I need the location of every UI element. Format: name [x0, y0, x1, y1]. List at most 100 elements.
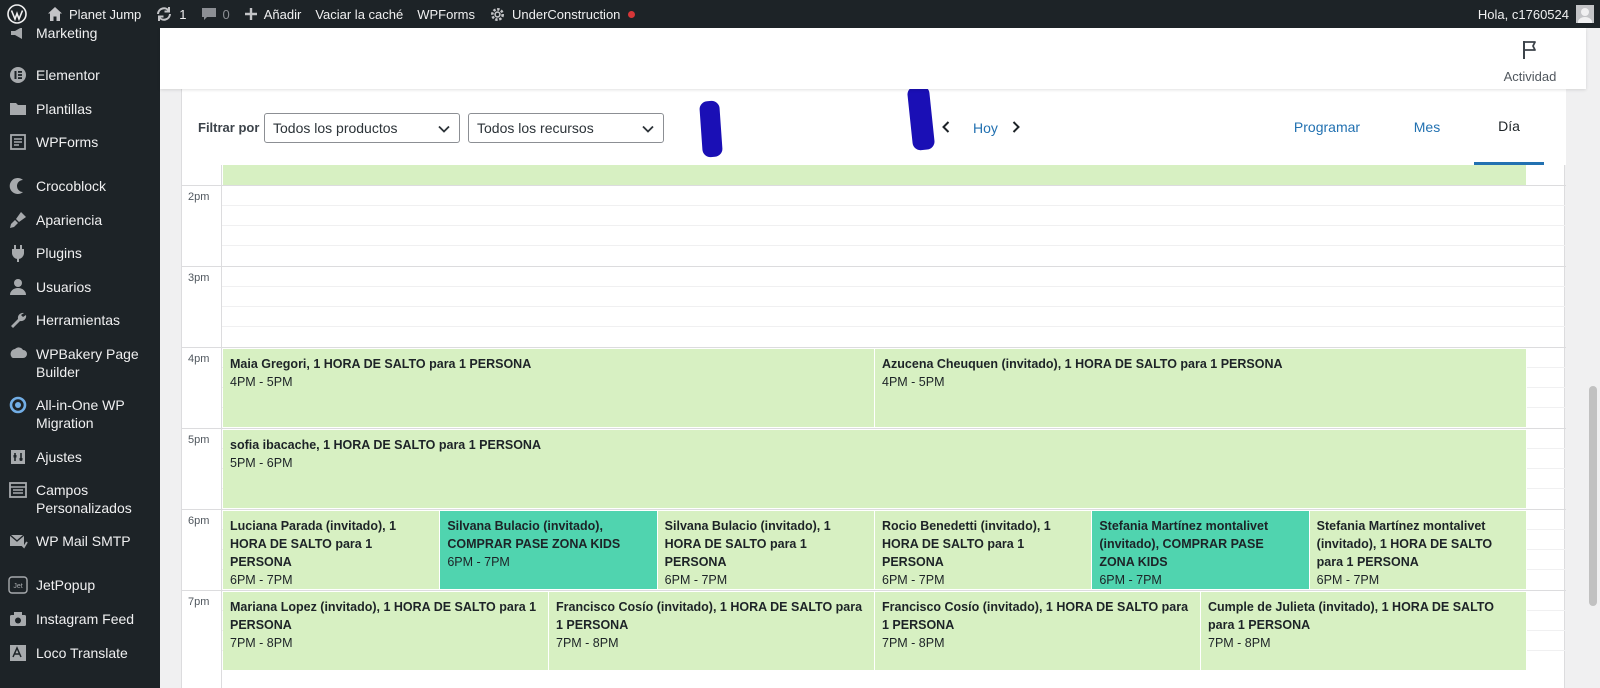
sidebar-item[interactable]: WPBakery Page Builder [0, 344, 160, 381]
sidebar-item-label: Campos Personalizados [36, 482, 132, 516]
sidebar-item[interactable]: Jet JetPopup [0, 575, 160, 595]
chevron-down-icon [642, 125, 654, 133]
sidebar-item-label: Herramientas [36, 312, 121, 328]
quarter-line [222, 306, 1566, 307]
elementor-icon [8, 65, 28, 85]
quarter-line [222, 205, 1566, 206]
quarter-line [222, 245, 1566, 246]
event-time: 7PM - 8PM [882, 636, 945, 650]
sidebar-item[interactable]: Crocoblock [0, 176, 160, 196]
page-scrollbar[interactable] [1586, 28, 1600, 688]
new-content-link[interactable]: Añadir [237, 0, 309, 28]
user-icon [8, 277, 28, 297]
tab-programar[interactable]: Programar [1277, 89, 1377, 165]
event-booking[interactable]: Francisco Cosío (invitado), 1 HORA DE SA… [549, 592, 875, 670]
migration-icon [8, 395, 28, 415]
today-link[interactable]: Hoy [973, 120, 998, 136]
comments-link[interactable]: 0 [194, 0, 237, 28]
hour-label: 4pm [188, 353, 210, 365]
sidebar-item[interactable]: Campos Personalizados [0, 480, 160, 517]
sidebar-item[interactable]: Usuarios [0, 277, 160, 297]
refresh-icon [157, 7, 172, 21]
scrollbar-thumb[interactable] [1589, 386, 1597, 606]
sidebar-item[interactable]: All-in-One WP Migration [0, 395, 160, 432]
greeting-text: Hola, c1760524 [1477, 6, 1569, 22]
event-booking[interactable]: Stefania Martínez montalivet (invitado),… [1309, 511, 1527, 589]
sidebar-item-label: Marketing [36, 28, 98, 41]
products-select-value: Todos los productos [273, 120, 398, 136]
sidebar-item-label: JetPopup [36, 577, 96, 593]
quarter-line [222, 286, 1566, 287]
sidebar-item[interactable]: Elementor [0, 65, 160, 85]
sidebar-item-label: Elementor [36, 67, 100, 83]
hour-line [182, 428, 1566, 429]
event-title: Cumple de Julieta (invitado), 1 HORA DE … [1208, 600, 1494, 632]
event-booking[interactable]: Luciana Parada (invitado), 1 HORA DE SAL… [223, 511, 441, 589]
wrench-icon [8, 310, 28, 330]
sidebar-item[interactable]: WPForms [0, 132, 160, 152]
chevron-down-icon [438, 125, 450, 133]
event-kids-pass[interactable]: Stefania Martínez montalivet (invitado),… [1092, 511, 1310, 589]
resources-select[interactable]: Todos los recursos [468, 113, 664, 143]
site-name-link[interactable]: Planet Jump [40, 0, 148, 28]
mail-icon [8, 531, 28, 551]
sidebar-item[interactable]: Ajustes [0, 447, 160, 467]
sidebar-item[interactable]: Instagram Feed [0, 609, 160, 629]
resources-select-value: Todos los recursos [477, 120, 594, 136]
previous-day-button[interactable] [938, 119, 954, 135]
tab-dia[interactable]: Día [1474, 89, 1544, 165]
sidebar-item[interactable]: Plantillas [0, 99, 160, 119]
activity-button[interactable]: Actividad [1502, 40, 1558, 84]
event-booking[interactable]: Silvana Bulacio (invitado), 1 HORA DE SA… [657, 511, 875, 589]
translate-icon [8, 643, 28, 663]
jetpopup-icon: Jet [8, 575, 28, 595]
sidebar-item[interactable]: Marketing [0, 28, 160, 43]
event-title: Francisco Cosío (invitado), 1 HORA DE SA… [882, 600, 1189, 632]
folder-icon [8, 99, 28, 119]
sidebar-item-label: All-in-One WP Migration [36, 397, 125, 431]
event-booking[interactable]: Mariana Lopez (invitado), 1 HORA DE SALT… [223, 592, 549, 670]
hour-label: 7pm [188, 596, 210, 608]
event-time: 6PM - 7PM [230, 573, 293, 587]
my-account-link[interactable]: Hola, c1760524 [1471, 0, 1600, 28]
sidebar-item-label: Instagram Feed [36, 611, 135, 627]
sidebar-item[interactable]: Apariencia [0, 210, 160, 230]
tab-mes[interactable]: Mes [1387, 89, 1467, 165]
event-booking[interactable]: Azucena Cheuquen (invitado), 1 HORA DE S… [875, 349, 1527, 427]
event-title: Stefania Martínez montalivet (invitado),… [1316, 519, 1493, 569]
event-title: Maia Gregori, 1 HORA DE SALTO para 1 PER… [230, 357, 532, 371]
event-booking[interactable]: Cumple de Julieta (invitado), 1 HORA DE … [1201, 592, 1527, 670]
wpforms-label: WPForms [417, 6, 476, 22]
new-content-label: Añadir [263, 6, 302, 22]
wordpress-logo-icon[interactable] [0, 0, 40, 28]
comments-count: 0 [222, 6, 230, 22]
quarter-line [222, 225, 1566, 226]
hour-line [182, 347, 1566, 348]
sidebar-item[interactable]: Herramientas [0, 310, 160, 330]
products-select[interactable]: Todos los productos [264, 113, 460, 143]
event-partial[interactable] [223, 165, 1527, 186]
sidebar-item[interactable]: Plugins [0, 243, 160, 263]
event-booking[interactable]: Rocio Benedetti (invitado), 1 HORA DE SA… [875, 511, 1093, 589]
sidebar-item-label: Ajustes [36, 449, 82, 465]
filter-label: Filtrar por [198, 120, 260, 135]
updates-link[interactable]: 1 [148, 0, 193, 28]
clear-cache-link[interactable]: Vaciar la caché [308, 0, 410, 28]
sidebar-item[interactable]: Loco Translate [0, 643, 160, 663]
wpforms-link[interactable]: WPForms [410, 0, 482, 28]
hour-line [182, 509, 1566, 510]
event-title: Luciana Parada (invitado), 1 HORA DE SAL… [230, 519, 397, 569]
sidebar-item-label: Usuarios [36, 279, 92, 295]
sidebar-item[interactable]: WP Mail SMTP [0, 531, 160, 551]
event-booking[interactable]: Francisco Cosío (invitado), 1 HORA DE SA… [875, 592, 1201, 670]
event-booking[interactable]: Maia Gregori, 1 HORA DE SALTO para 1 PER… [223, 349, 875, 427]
event-kids-pass[interactable]: Silvana Bulacio (invitado), COMPRAR PASE… [440, 511, 658, 589]
hour-label: 6pm [188, 515, 210, 527]
wpbakery-icon [8, 344, 28, 364]
next-day-button[interactable] [1008, 119, 1024, 135]
event-time: 6PM - 7PM [1099, 573, 1162, 587]
calendar-toolbar: Filtrar por Todos los productos Todos lo… [182, 85, 1566, 165]
event-booking[interactable]: sofia ibacache, 1 HORA DE SALTO para 1 P… [223, 430, 1527, 508]
underconstruction-link[interactable]: UnderConstruction [482, 0, 642, 28]
hour-label: 5pm [188, 434, 210, 446]
